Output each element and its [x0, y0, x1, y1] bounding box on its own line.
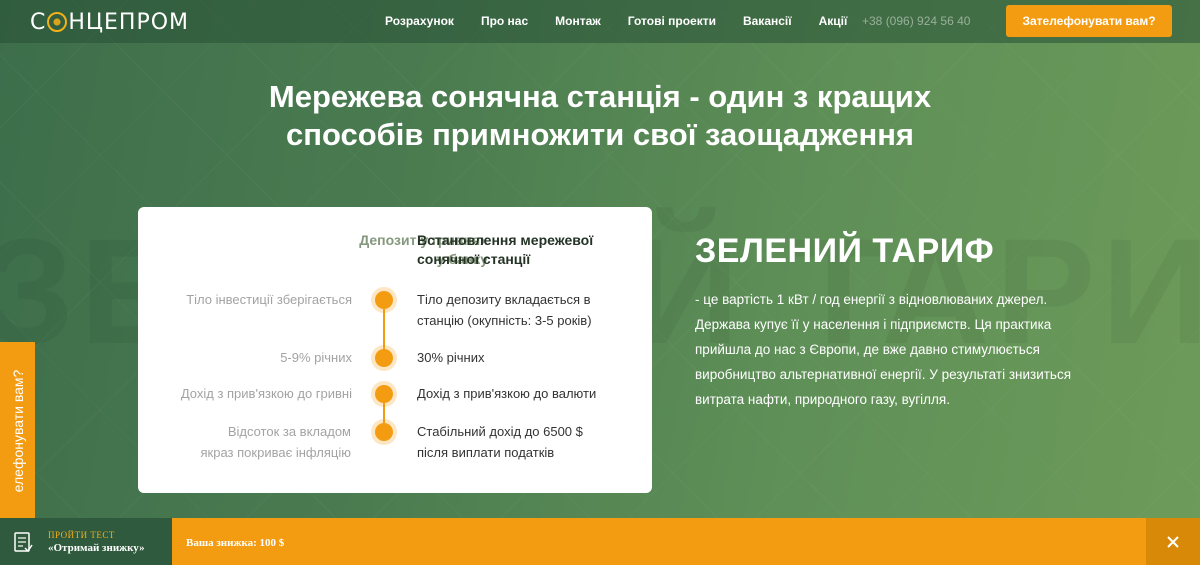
deposit-row-4: Відсоток за вкладом якраз покриває інфля…	[200, 424, 351, 460]
take-test-button[interactable]: ПРОЙТИ ТЕСТ «Отримай знижку»	[0, 518, 172, 565]
deposit-row-2: 5-9% річних	[280, 350, 352, 365]
get-discount-label: «Отримай знижку»	[48, 541, 145, 554]
nav-item-vacancies[interactable]: Вакансії	[743, 14, 792, 28]
side-call-tab-label: елефонувати вам?	[9, 369, 26, 493]
nav-item-promotions[interactable]: Акції	[819, 14, 848, 28]
green-tariff-description: - це вартість 1 кВт / год енергії з відн…	[695, 292, 1072, 407]
logo-text-start: С	[30, 9, 47, 35]
discount-bar: ПРОЙТИ ТЕСТ «Отримай знижку» Ваша знижка…	[0, 518, 1200, 565]
station-column-title: Встановлення мережевої сонячної станції	[417, 232, 594, 267]
timeline-dot	[375, 291, 393, 309]
call-me-button[interactable]: Зателефонувати вам?	[1006, 5, 1172, 37]
nav-item-projects[interactable]: Готові проекти	[628, 14, 716, 28]
timeline-dot	[375, 349, 393, 367]
station-row-4: Стабільний дохід до 6500 $ після виплати…	[417, 424, 583, 460]
logo[interactable]: С НЦЕПРОМ	[30, 8, 189, 36]
timeline-dot	[375, 385, 393, 403]
close-icon	[1167, 535, 1179, 548]
nav-item-calculation[interactable]: Розрахунок	[385, 14, 454, 28]
side-call-tab[interactable]: елефонувати вам?	[0, 342, 35, 520]
take-test-texts: ПРОЙТИ ТЕСТ «Отримай знижку»	[48, 530, 145, 554]
nav-item-about[interactable]: Про нас	[481, 14, 528, 28]
hero-title-line-1: Мережева сонячна станція - один з кращих	[268, 79, 932, 114]
close-button[interactable]	[1146, 518, 1200, 565]
hero-title: Мережева сонячна станція - один з кращих…	[0, 78, 1200, 154]
station-row-2: 30% річних	[417, 350, 485, 365]
phone-number[interactable]: +38 (096) 924 56 40	[862, 14, 970, 28]
logo-sun-icon	[47, 12, 68, 32]
timeline-dot	[375, 423, 393, 441]
deposit-row-1: Тіло інвестиції зберігається	[186, 292, 352, 307]
checklist-icon	[12, 531, 34, 553]
hero-title-line-2: способів примножити свої заощадження	[285, 117, 915, 152]
nav-item-installation[interactable]: Монтаж	[555, 14, 601, 28]
site-header: С НЦЕПРОМ Розрахунок Про нас Монтаж Гото…	[0, 0, 1200, 43]
green-tariff-title: ЗЕЛЕНИЙ ТАРИФ	[695, 232, 995, 270]
station-row-1: Тіло депозиту вкладається в станцію (оку…	[417, 292, 592, 328]
deposit-row-3: Дохід з прив'язкою до гривні	[180, 386, 352, 401]
logo-text-end: НЦЕПРОМ	[68, 9, 190, 35]
discount-amount: Ваша знижка: 100 $	[186, 537, 285, 549]
take-test-label: ПРОЙТИ ТЕСТ	[48, 529, 115, 540]
comparison-card: Депозит у гривнях у банку Встановлення м…	[138, 207, 652, 493]
main-nav: Розрахунок Про нас Монтаж Готові проекти…	[385, 14, 874, 28]
station-row-3: Дохід з прив'язкою до валюти	[417, 386, 597, 401]
